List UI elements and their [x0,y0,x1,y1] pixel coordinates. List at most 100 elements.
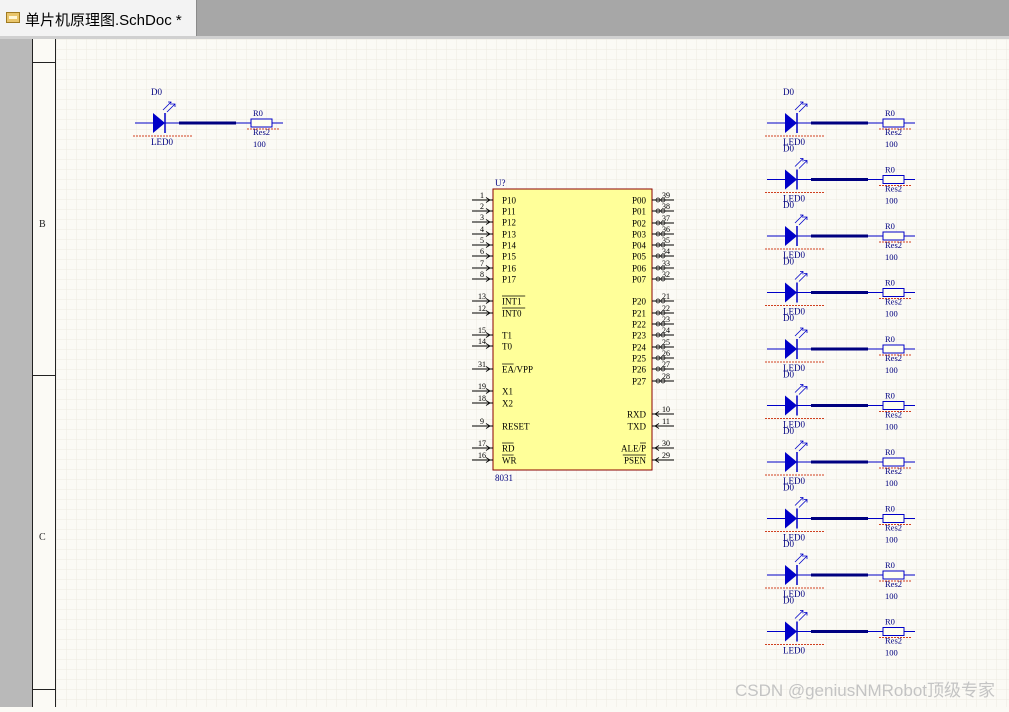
resistor-body-icon [250,118,273,128]
schematic-drawing[interactable]: U? 8031 1 P10 2 P11 3 P12 4 P13 5 P14 6 P15 7 P16 8 P17… [56,39,1009,707]
pin-name: RESET [502,422,530,432]
pin-number: 12 [478,304,486,313]
res-designator: R0 [885,447,895,457]
pin-name: P00 [632,196,647,206]
res-comment: Res2 [885,410,902,420]
led-designator: D0 [783,313,794,323]
res-value: 100 [885,139,898,149]
pin-name: P12 [502,218,516,228]
res-value: 100 [885,648,898,658]
schematic-canvas[interactable]: U? 8031 1 P10 2 P11 3 P12 4 P13 5 P14 6 P15 7 P16 8 P17… [56,39,1009,707]
pin-number: 4 [480,225,484,234]
pin-number: 29 [662,451,670,460]
res-comment: Res2 [885,579,902,589]
pin-name: EA/VPP [502,365,533,375]
res-designator: R0 [885,278,895,288]
pin-number: 7 [480,259,484,268]
resistor-body-icon [882,344,905,354]
res-designator: R0 [253,108,263,118]
res-designator: R0 [885,334,895,344]
res-value: 100 [253,139,266,149]
pin-name: P23 [632,331,647,341]
pin-name: P25 [632,354,647,364]
pin-name: P21 [632,309,646,319]
pin-name: PSEN [624,456,647,466]
led-designator: D0 [783,144,794,154]
mcu-8031[interactable]: U? 8031 1 P10 2 P11 3 P12 4 P13 5 P14 6 P15 7 P16 8 P17… [472,178,674,483]
pin-name: RXD [627,410,647,420]
res-comment: Res2 [885,466,902,476]
pin-number: 33 [662,259,670,268]
res-value: 100 [885,365,898,375]
pin-number: 14 [478,337,486,346]
zone-label-c: C [39,532,46,543]
pin-name: P16 [502,264,517,274]
pin-number: 37 [662,214,670,223]
pin-name: P02 [632,219,646,229]
pin-number: 15 [478,326,486,335]
pin-name: P13 [502,230,517,240]
pin-name: RD [502,444,515,454]
document-tab-bar: 单片机原理图.SchDoc * [0,0,1009,36]
watermark: CSDN @geniusNMRobot顶级专家 [734,681,995,700]
res-value: 100 [885,196,898,206]
pin-number: 34 [662,247,670,256]
pin-number: 9 [480,417,484,426]
pin-name: P03 [632,230,647,240]
resistor-body-icon [882,570,905,580]
res-comment: Res2 [885,636,902,646]
res-designator: R0 [885,221,895,231]
tab-schdoc[interactable]: 单片机原理图.SchDoc * [0,0,197,36]
res-value: 100 [885,422,898,432]
led-designator: D0 [783,426,794,436]
res-comment: Res2 [885,127,902,137]
res-comment: Res2 [885,240,902,250]
mcu-comment: 8031 [495,473,513,483]
pin-number: 2 [480,202,484,211]
pin-name: P27 [632,377,647,387]
led-designator: D0 [783,200,794,210]
pin-number: 17 [478,439,486,448]
pin-number: 36 [662,225,670,234]
led-designator: D0 [783,87,794,97]
pin-name: P24 [632,343,647,353]
pin-name: P10 [502,196,517,206]
pin-name: INT0 [502,309,522,319]
pin-name: P17 [502,275,517,285]
pin-number: 22 [662,304,670,313]
res-comment: Res2 [253,127,270,137]
res-value: 100 [885,478,898,488]
pin-number: 32 [662,270,670,279]
res-comment: Res2 [885,523,902,533]
led-comment: LED0 [783,646,805,656]
res-comment: Res2 [885,297,902,307]
resistor-body-icon [882,457,905,467]
pin-name: P14 [502,241,517,251]
res-designator: R0 [885,391,895,401]
pin-number: 1 [480,191,484,200]
pin-name: X1 [502,387,513,397]
pin-number: 35 [662,236,670,245]
resistor-body-icon [882,231,905,241]
pin-number: 24 [662,326,670,335]
led-designator: D0 [783,596,794,606]
led-designator: D0 [783,257,794,267]
led-comment: LED0 [151,137,173,147]
res-designator: R0 [885,165,895,175]
pin-name: P22 [632,320,646,330]
pin-number: 39 [662,191,670,200]
schematic-document-icon [6,12,20,23]
pin-name: P01 [632,207,646,217]
ruler-tick [33,689,55,690]
pin-number: 27 [662,360,670,369]
resistor-body-icon [882,401,905,410]
resistor-body-icon [882,118,905,128]
pin-name: P26 [632,365,647,375]
pin-name: T1 [502,331,512,341]
pin-number: 3 [480,213,484,222]
pin-number: 28 [662,372,670,381]
resistor-body-icon [882,627,905,636]
pin-number: 13 [478,292,486,301]
tab-title: 单片机原理图.SchDoc * [25,12,182,29]
led-designator: D0 [783,539,794,549]
